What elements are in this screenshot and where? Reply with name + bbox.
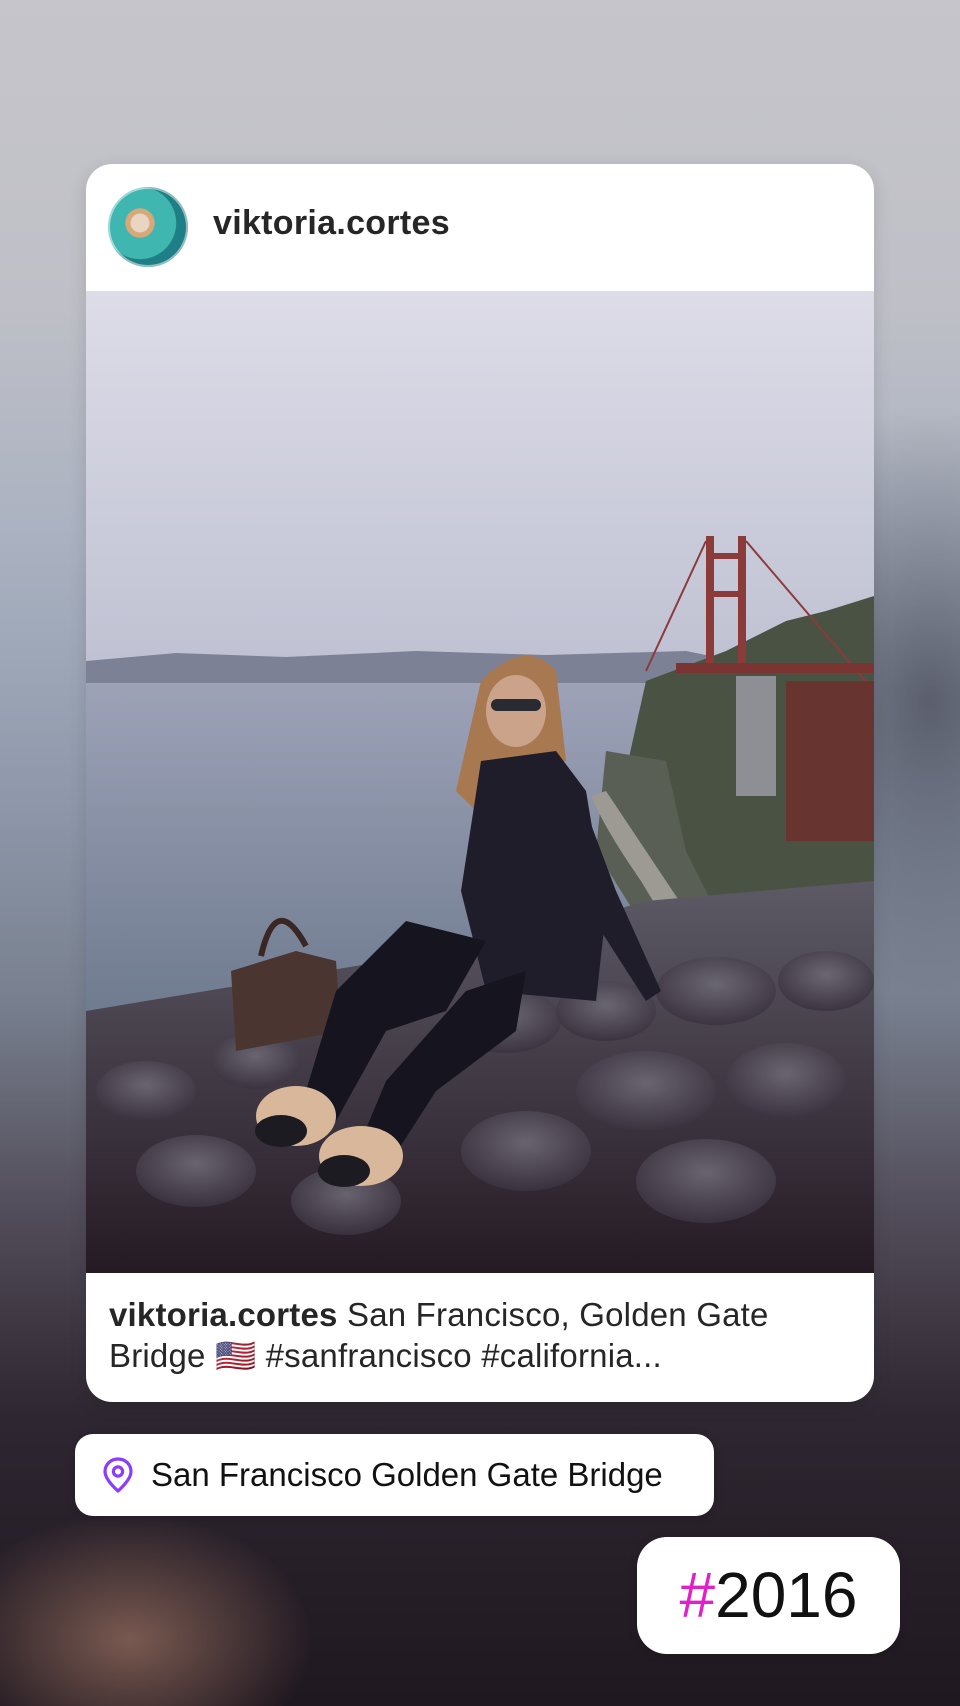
post-photo[interactable] [86, 291, 874, 1273]
location-sticker[interactable]: San Francisco Golden Gate Bridge [75, 1434, 714, 1516]
post-header: viktoria.cortes [86, 164, 874, 291]
location-label: San Francisco Golden Gate Bridge [151, 1456, 663, 1493]
hash-symbol: # [679, 1559, 716, 1631]
hashtag-sticker[interactable]: #2016 [637, 1537, 900, 1654]
post-caption: viktoria.cortes San Francisco, Golden Ga… [109, 1294, 854, 1376]
post-username[interactable]: viktoria.cortes [213, 204, 450, 243]
photo-illustration [86, 291, 874, 1273]
hashtag-text: 2016 [715, 1559, 858, 1631]
avatar[interactable] [108, 187, 188, 267]
location-pin-icon [103, 1457, 133, 1493]
shared-post-card[interactable]: viktoria.cortes viktoria.cortes San Fran… [86, 164, 874, 1402]
caption-username[interactable]: viktoria.cortes [109, 1296, 338, 1333]
